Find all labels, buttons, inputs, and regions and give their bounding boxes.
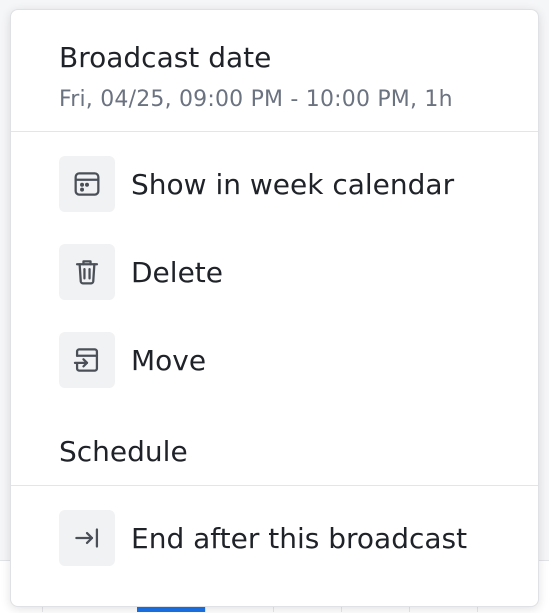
- trash-icon: [59, 244, 115, 300]
- end-after-this-broadcast-item[interactable]: End after this broadcast: [59, 510, 522, 566]
- broadcast-context-menu: Broadcast date Fri, 04/25, 09:00 PM - 10…: [10, 9, 539, 607]
- show-in-week-calendar-item[interactable]: Show in week calendar: [59, 156, 522, 212]
- broadcast-date-title: Broadcast date: [59, 41, 272, 74]
- menu-divider: [11, 131, 538, 132]
- move-icon: [59, 332, 115, 388]
- delete-item[interactable]: Delete: [59, 244, 522, 300]
- menu-item-label: Delete: [131, 255, 223, 289]
- menu-item-label: Show in week calendar: [131, 167, 455, 201]
- menu-divider: [11, 485, 538, 486]
- move-item[interactable]: Move: [59, 332, 522, 388]
- calendar-icon: [59, 156, 115, 212]
- schedule-section-title: Schedule: [59, 435, 188, 468]
- arrow-to-end-icon: [59, 510, 115, 566]
- menu-item-label: End after this broadcast: [131, 521, 468, 555]
- broadcast-date-range: Fri, 04/25, 09:00 PM - 10:00 PM, 1h: [59, 87, 453, 112]
- menu-item-label: Move: [131, 343, 207, 377]
